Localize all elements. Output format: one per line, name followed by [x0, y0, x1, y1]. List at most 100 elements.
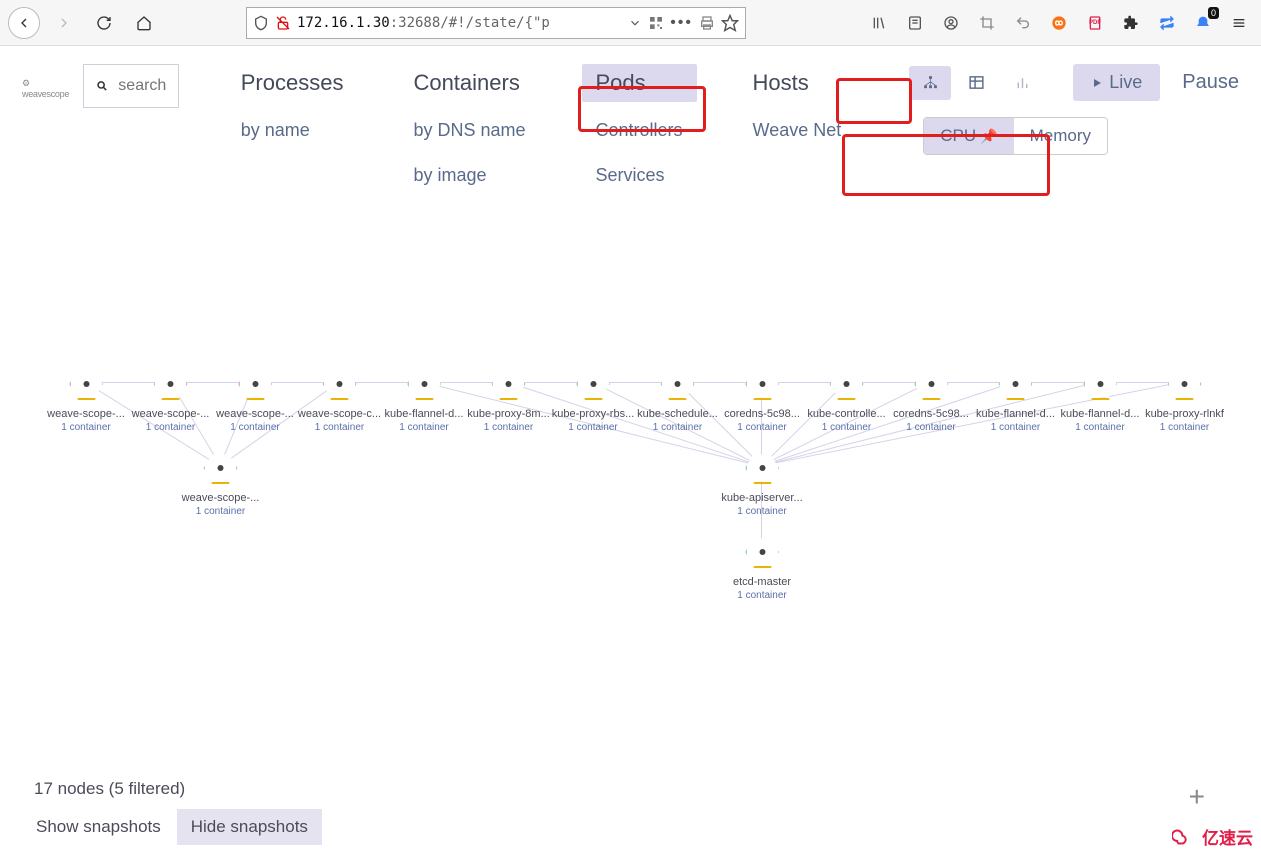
- reader-icon[interactable]: [901, 9, 929, 37]
- node-title: kube-proxy-rlnkf: [1142, 408, 1227, 420]
- reload-button[interactable]: [88, 7, 120, 39]
- footer: 17 nodes (5 filtered) Show snapshots Hid…: [0, 779, 1261, 855]
- node-sub: 1 container: [720, 590, 805, 601]
- topo-by-image[interactable]: by image: [399, 159, 539, 192]
- metric-cpu[interactable]: CPU📌: [924, 118, 1013, 154]
- topo-pods[interactable]: Pods: [582, 64, 697, 102]
- topo-controllers[interactable]: Controllers: [582, 114, 697, 147]
- pod-node[interactable]: coredns-5c98... 1 container: [720, 366, 805, 433]
- pod-node[interactable]: weave-scope-c...1 container: [297, 366, 382, 433]
- view-table[interactable]: [955, 66, 997, 100]
- undo-icon[interactable]: [1009, 9, 1037, 37]
- node-sub: 1 container: [551, 422, 636, 433]
- view-graph[interactable]: [909, 66, 951, 100]
- pod-node[interactable]: weave-scope-... 1 container: [213, 366, 298, 433]
- node-title: weave-scope-...: [213, 408, 298, 420]
- node-count: 17 nodes (5 filtered): [22, 779, 1239, 799]
- pod-node[interactable]: etcd-master1 container: [720, 534, 805, 601]
- library-icon[interactable]: [865, 9, 893, 37]
- hide-snapshots[interactable]: Hide snapshots: [177, 809, 322, 845]
- url-text: 172.16.1.30:32688/#!/state/{"p: [297, 15, 622, 31]
- topo-weave-net[interactable]: Weave Net: [739, 114, 856, 147]
- node-title: kube-proxy-8m...: [466, 408, 551, 420]
- printer-icon[interactable]: [699, 15, 715, 31]
- node-title: kube-controlle...: [804, 408, 889, 420]
- app-header: ⚙ weavescope Processes by name Container…: [0, 46, 1261, 192]
- topo-hosts[interactable]: Hosts: [739, 64, 856, 102]
- home-button[interactable]: [128, 7, 160, 39]
- pod-node[interactable]: kube-flannel-d...1 container: [382, 366, 467, 433]
- topo-containers[interactable]: Containers: [399, 64, 539, 102]
- node-sub: 1 container: [1142, 422, 1227, 433]
- browser-toolbar: 172.16.1.30:32688/#!/state/{"p ••• PDF 0: [0, 0, 1261, 46]
- pod-node[interactable]: weave-scope-... 1 container: [44, 366, 129, 433]
- node-title: weave-scope-...: [178, 492, 263, 504]
- pod-node[interactable]: weave-scope-... 1 container: [178, 450, 263, 517]
- node-title: weave-scope-...: [128, 408, 213, 420]
- node-title: kube-flannel-d...: [1058, 408, 1143, 420]
- topology-graph[interactable]: weave-scope-...1 containerweave-scope-..…: [0, 226, 1261, 785]
- search-box[interactable]: [83, 64, 179, 108]
- logo: ⚙ weavescope: [22, 64, 69, 99]
- search-input[interactable]: [118, 77, 165, 95]
- account-icon[interactable]: [937, 9, 965, 37]
- retweet-icon[interactable]: [1153, 9, 1181, 37]
- pod-node[interactable]: kube-proxy-rbs...1 container: [551, 366, 636, 433]
- address-bar[interactable]: 172.16.1.30:32688/#!/state/{"p •••: [246, 7, 746, 39]
- node-sub: 1 container: [178, 506, 263, 517]
- back-button[interactable]: [8, 7, 40, 39]
- pod-node[interactable]: kube-controlle... 1 container: [804, 366, 889, 433]
- node-sub: 1 container: [720, 422, 805, 433]
- pod-node[interactable]: kube-proxy-8m... 1 container: [466, 366, 551, 433]
- snapshot-tabs: Show snapshots Hide snapshots: [22, 809, 1239, 845]
- pause-button[interactable]: Pause: [1182, 71, 1239, 94]
- show-snapshots[interactable]: Show snapshots: [22, 809, 175, 845]
- topo-services[interactable]: Services: [582, 159, 697, 192]
- node-title: kube-flannel-d...: [973, 408, 1058, 420]
- pod-node[interactable]: kube-schedule...1 container: [635, 366, 720, 433]
- pod-node[interactable]: weave-scope-...1 container: [128, 366, 213, 433]
- right-controls: Live Pause CPU📌 Memory: [869, 64, 1239, 155]
- pod-node[interactable]: kube-flannel-d...1 container: [973, 366, 1058, 433]
- lock-off-icon: [275, 15, 291, 31]
- bell-icon[interactable]: 0: [1189, 9, 1217, 37]
- metric-memory[interactable]: Memory: [1014, 118, 1107, 154]
- topo-by-name[interactable]: by name: [227, 114, 358, 147]
- node-sub: 1 container: [213, 422, 298, 433]
- topo-processes[interactable]: Processes: [227, 64, 358, 102]
- more-icon[interactable]: •••: [670, 14, 693, 32]
- qr-icon[interactable]: [648, 15, 664, 31]
- node-sub: 1 container: [720, 506, 805, 517]
- node-sub: 1 container: [889, 422, 974, 433]
- app-root: ⚙ weavescope Processes by name Container…: [0, 46, 1261, 855]
- view-resources[interactable]: [1001, 66, 1043, 100]
- pod-node[interactable]: kube-flannel-d...1 container: [1058, 366, 1143, 433]
- search-icon: [96, 77, 108, 95]
- node-sub: 1 container: [804, 422, 889, 433]
- node-sub: 1 container: [466, 422, 551, 433]
- pod-node[interactable]: kube-proxy-rlnkf 1 container: [1142, 366, 1227, 433]
- node-sub: 1 container: [44, 422, 129, 433]
- shield-icon: [253, 15, 269, 31]
- chevron-down-icon[interactable]: [628, 16, 642, 30]
- star-icon[interactable]: [721, 14, 739, 32]
- extension-icon[interactable]: [1117, 9, 1145, 37]
- bell-badge: 0: [1208, 7, 1219, 19]
- node-title: weave-scope-c...: [297, 408, 382, 420]
- node-title: kube-apiserver...: [720, 492, 805, 504]
- node-sub: 1 container: [635, 422, 720, 433]
- infinity-icon[interactable]: [1045, 9, 1073, 37]
- pod-node[interactable]: coredns-5c98...1 container: [889, 366, 974, 433]
- topo-by-dns-name[interactable]: by DNS name: [399, 114, 539, 147]
- pod-node[interactable]: kube-apiserver... 1 container: [720, 450, 805, 517]
- forward-button[interactable]: [48, 7, 80, 39]
- node-title: weave-scope-...: [44, 408, 129, 420]
- live-button[interactable]: Live: [1073, 64, 1160, 101]
- node-title: coredns-5c98...: [720, 408, 805, 420]
- pin-icon: 📌: [980, 128, 997, 145]
- topology-nav: Processes by name Containers by DNS name…: [193, 64, 856, 192]
- crop-icon[interactable]: [973, 9, 1001, 37]
- menu-icon[interactable]: [1225, 9, 1253, 37]
- pdf-icon[interactable]: PDF: [1081, 9, 1109, 37]
- zoom-in[interactable]: +: [1189, 781, 1205, 813]
